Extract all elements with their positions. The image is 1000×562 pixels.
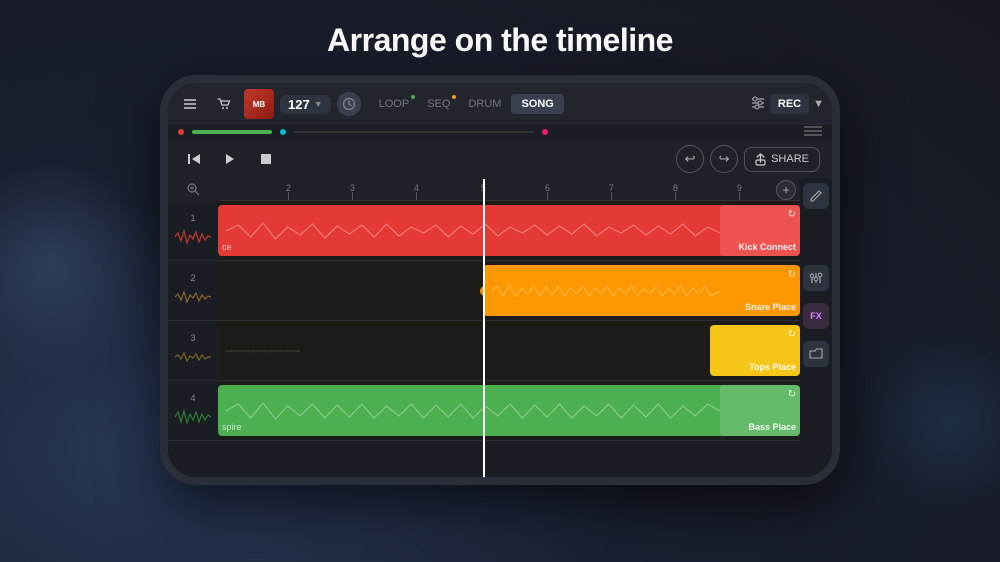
rec-button[interactable]: REC: [770, 94, 809, 114]
segment-kick-right[interactable]: ↻ Kick Connect: [720, 205, 800, 256]
progress-row: [168, 125, 832, 139]
album-art[interactable]: MB: [244, 89, 274, 119]
bpm-control[interactable]: 127 ▼: [280, 95, 331, 114]
segment-bass-main[interactable]: spire: [218, 385, 764, 436]
bass-left-label: spire: [222, 422, 242, 432]
track-label-1[interactable]: 1: [168, 201, 218, 261]
tops-repeat-icon: ↻: [788, 329, 796, 340]
kick-left-label: ce: [222, 242, 232, 252]
segment-bass-right[interactable]: ↻ Bass Place: [720, 385, 800, 436]
stop-button[interactable]: [252, 145, 280, 173]
segment-snare[interactable]: ↻ Snare Place: [483, 265, 800, 316]
toolbar-right: REC ▼: [750, 94, 824, 114]
bg-decoration-right: [860, 332, 1000, 512]
tempo-button[interactable]: [337, 92, 361, 116]
zoom-icon[interactable]: [186, 182, 200, 199]
ruler: 2 3 4 5: [218, 179, 800, 201]
track-num-2: 2: [190, 273, 195, 283]
tab-song[interactable]: SONG: [511, 94, 563, 114]
tab-loop[interactable]: LOOP: [371, 94, 418, 114]
track-label-3[interactable]: 3: [168, 321, 218, 381]
tab-seq[interactable]: SEQ: [419, 94, 458, 114]
track-label-4[interactable]: 4: [168, 381, 218, 441]
progress-bar-green[interactable]: [192, 130, 272, 134]
snare-repeat-icon: ↻: [788, 269, 796, 280]
seq-dot: [452, 95, 456, 99]
track-row-1[interactable]: ce ↻ Kick Connect: [218, 201, 800, 261]
tracks-container: ce ↻ Kick Connect: [218, 201, 800, 441]
track-row-2[interactable]: ↻ Snare Place: [218, 261, 800, 321]
track-labels: 1 2: [168, 179, 218, 477]
share-button[interactable]: SHARE: [744, 147, 820, 172]
ruler-mark-4: 4: [416, 179, 417, 200]
tops-label: Tops Place: [749, 362, 796, 372]
rewind-button[interactable]: [180, 145, 208, 173]
share-label: SHARE: [771, 153, 809, 165]
fx-button[interactable]: FX: [803, 303, 829, 329]
phone-screen: MB 127 ▼ LOOP SEQ: [168, 83, 832, 477]
segment-tops-right[interactable]: ↻ Tops Place: [710, 325, 800, 376]
ruler-mark-9: 9: [739, 179, 740, 200]
ruler-label-cell: [168, 179, 218, 201]
kick-right-label: Kick Connect: [738, 242, 796, 252]
folder-button[interactable]: [803, 341, 829, 367]
undo-button[interactable]: ↩: [676, 145, 704, 173]
phone-frame: MB 127 ▼ LOOP SEQ: [160, 75, 840, 485]
bass-right-label: Bass Place: [748, 422, 796, 432]
segment-tops[interactable]: [218, 325, 308, 376]
bpm-value: 127: [288, 97, 310, 112]
snare-label: Snare Place: [745, 302, 796, 312]
menu-button[interactable]: [176, 90, 204, 118]
mixer-button[interactable]: [803, 265, 829, 291]
track-waveform-2: [175, 285, 211, 309]
track-row-3[interactable]: ↻ Tops Place: [218, 321, 800, 381]
transport-row: ↩ ↪ SHARE: [168, 139, 832, 179]
page-headline: Arrange on the timeline: [327, 22, 673, 59]
ruler-expand-button[interactable]: +: [776, 180, 796, 200]
eq-icon[interactable]: [750, 96, 766, 113]
ruler-mark-2: 2: [288, 179, 289, 200]
segment-kick-main[interactable]: ce: [218, 205, 764, 256]
tab-drum[interactable]: DRUM: [460, 94, 509, 114]
bpm-dropdown-arrow: ▼: [314, 99, 323, 109]
playhead: [483, 179, 485, 477]
toolbar: MB 127 ▼ LOOP SEQ: [168, 83, 832, 125]
track-content: 2 3 4 5: [218, 179, 800, 477]
bass-repeat-icon: ↻: [788, 389, 796, 400]
timeline-area: 1 2: [168, 179, 832, 477]
progress-dot-red: [178, 129, 184, 135]
rec-dropdown-arrow[interactable]: ▼: [813, 98, 824, 110]
loop-dot: [411, 95, 415, 99]
right-sidebar: FX: [800, 179, 832, 477]
bg-decoration-left: [0, 160, 160, 380]
transport-right: ↩ ↪ SHARE: [676, 145, 820, 173]
track-waveform-4: [175, 405, 211, 429]
kick-repeat-icon: ↻: [788, 209, 796, 220]
progress-dot-cyan: [280, 129, 286, 135]
nav-tabs: LOOP SEQ DRUM SONG: [371, 94, 564, 114]
track-num-3: 3: [190, 333, 195, 343]
progress-dot-pink: [542, 129, 548, 135]
ruler-mark-3: 3: [352, 179, 353, 200]
lines-icon: [804, 124, 822, 140]
ruler-mark-8: 8: [675, 179, 676, 200]
redo-button[interactable]: ↪: [710, 145, 738, 173]
ruler-mark-6: 6: [547, 179, 548, 200]
track-num-1: 1: [190, 213, 195, 223]
track-num-4: 4: [190, 393, 195, 403]
progress-line: [294, 131, 534, 133]
play-button[interactable]: [216, 145, 244, 173]
ruler-marks: 2 3 4 5: [218, 179, 800, 200]
track-waveform-1: [175, 225, 211, 249]
track-label-2[interactable]: 2: [168, 261, 218, 321]
track-waveform-3: [175, 345, 211, 369]
ruler-mark-7: 7: [611, 179, 612, 200]
edit-button[interactable]: [803, 183, 829, 209]
track-row-4[interactable]: spire ↻ Bass Place: [218, 381, 800, 441]
cart-button[interactable]: [210, 90, 238, 118]
